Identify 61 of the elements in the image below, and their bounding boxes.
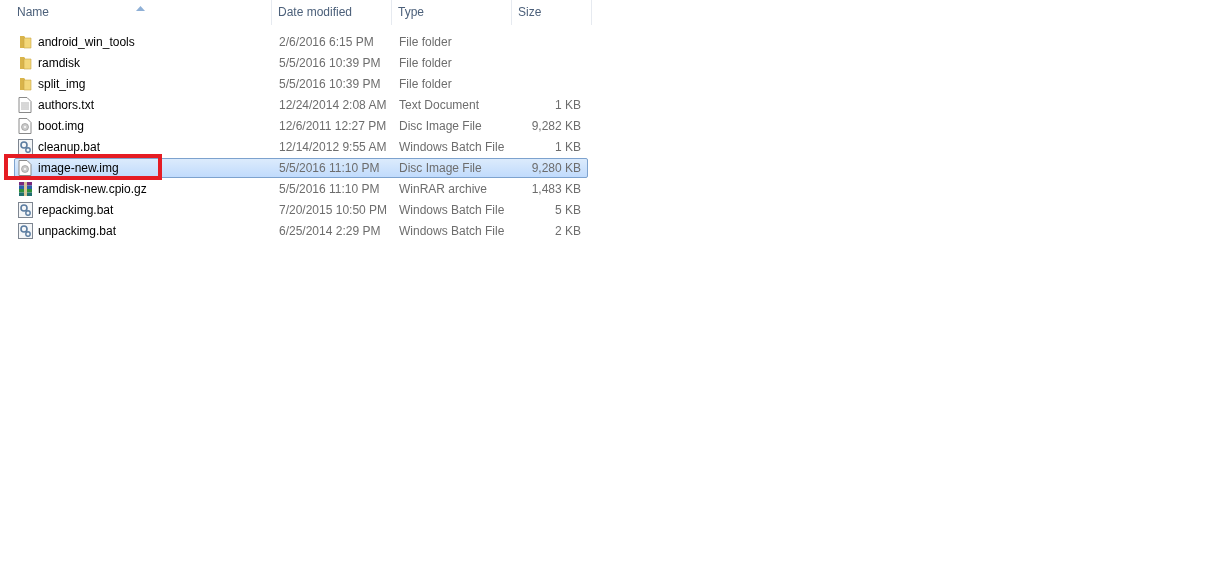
file-type: Windows Batch File	[399, 140, 505, 154]
file-type: Windows Batch File	[399, 224, 505, 238]
file-name: ramdisk-new.cpio.gz	[38, 182, 147, 196]
column-header[interactable]: Size	[512, 0, 592, 25]
date-modified: 2/6/2016 6:15 PM	[279, 35, 374, 49]
file-type: File folder	[399, 35, 452, 49]
file-size: 9,280 KB	[531, 161, 581, 175]
file-row[interactable]: ramdisk-new.cpio.gz 5/5/2016 11:10 PM WinRAR archive 1,483 KB	[14, 179, 588, 199]
file-row[interactable]: split_img 5/5/2016 10:39 PM File folder	[14, 74, 588, 94]
file-size: 1,483 KB	[531, 182, 581, 196]
file-size: 1 KB	[555, 140, 581, 154]
file-name: authors.txt	[38, 98, 95, 112]
file-row[interactable]: unpackimg.bat 6/25/2014 2:29 PM Windows Batch File 2 KB	[14, 221, 588, 241]
file-row[interactable]: ramdisk 5/5/2016 10:39 PM File folder	[14, 53, 588, 73]
file-type: WinRAR archive	[399, 182, 488, 196]
date-modified: 12/24/2014 2:08 AM	[279, 98, 387, 112]
column-header[interactable]: Date modified	[272, 0, 392, 25]
file-name: ramdisk	[38, 56, 80, 70]
file-size: 2 KB	[555, 224, 581, 238]
file-row[interactable]: boot.img 12/6/2011 12:27 PM Disc Image File 9,282 KB	[14, 116, 588, 136]
date-modified: 12/6/2011 12:27 PM	[279, 119, 387, 133]
column-header[interactable]: Type	[392, 0, 512, 25]
file-name: cleanup.bat	[38, 140, 101, 154]
file-name: repackimg.bat	[38, 203, 114, 217]
file-name: image-new.img	[38, 161, 119, 175]
file-name: boot.img	[38, 119, 85, 133]
file-name: split_img	[38, 77, 86, 91]
file-size: 9,282 KB	[531, 119, 581, 133]
file-row[interactable]: repackimg.bat 7/20/2015 10:50 PM Windows Batch File 5 KB	[14, 200, 588, 220]
archive-stack-icon	[18, 181, 34, 197]
file-size: 5 KB	[555, 203, 581, 217]
date-modified: 5/5/2016 11:10 PM	[279, 182, 380, 196]
file-type: Disc Image File	[399, 161, 482, 175]
file-row[interactable]: cleanup.bat 12/14/2012 9:55 AM Windows Batch File 1 KB	[14, 137, 588, 157]
file-type: Text Document	[399, 98, 480, 112]
gear-file-icon	[18, 139, 33, 155]
date-modified: 7/20/2015 10:50 PM	[279, 203, 388, 217]
file-name: unpackimg.bat	[38, 224, 117, 238]
file-type: Disc Image File	[399, 119, 482, 133]
disc-file-icon	[18, 118, 32, 134]
date-modified: 5/5/2016 11:10 PM	[279, 161, 380, 175]
file-type: Windows Batch File	[399, 203, 505, 217]
date-modified: 5/5/2016 10:39 PM	[279, 77, 381, 91]
folder-icon	[18, 34, 34, 50]
file-row[interactable]: android_win_tools 2/6/2016 6:15 PM File folder	[14, 32, 588, 52]
file-row[interactable]: authors.txt 12/24/2014 2:08 AM Text Document 1 KB	[14, 95, 588, 115]
folder-icon	[18, 76, 34, 92]
file-type: File folder	[399, 77, 452, 91]
file-type: File folder	[399, 56, 452, 70]
gear-file-icon	[18, 223, 33, 239]
date-modified: 5/5/2016 10:39 PM	[279, 56, 381, 70]
gear-file-icon	[18, 202, 33, 218]
file-size: 1 KB	[555, 98, 581, 112]
file-name: android_win_tools	[38, 35, 135, 49]
disc-file-icon	[18, 160, 32, 176]
document-icon	[18, 97, 32, 113]
column-header[interactable]: Name	[0, 0, 272, 25]
date-modified: 6/25/2014 2:29 PM	[279, 224, 381, 238]
file-row[interactable]: image-new.img 5/5/2016 11:10 PM Disc Image File 9,280 KB	[14, 158, 588, 178]
folder-icon	[18, 55, 34, 71]
date-modified: 12/14/2012 9:55 AM	[279, 140, 387, 154]
